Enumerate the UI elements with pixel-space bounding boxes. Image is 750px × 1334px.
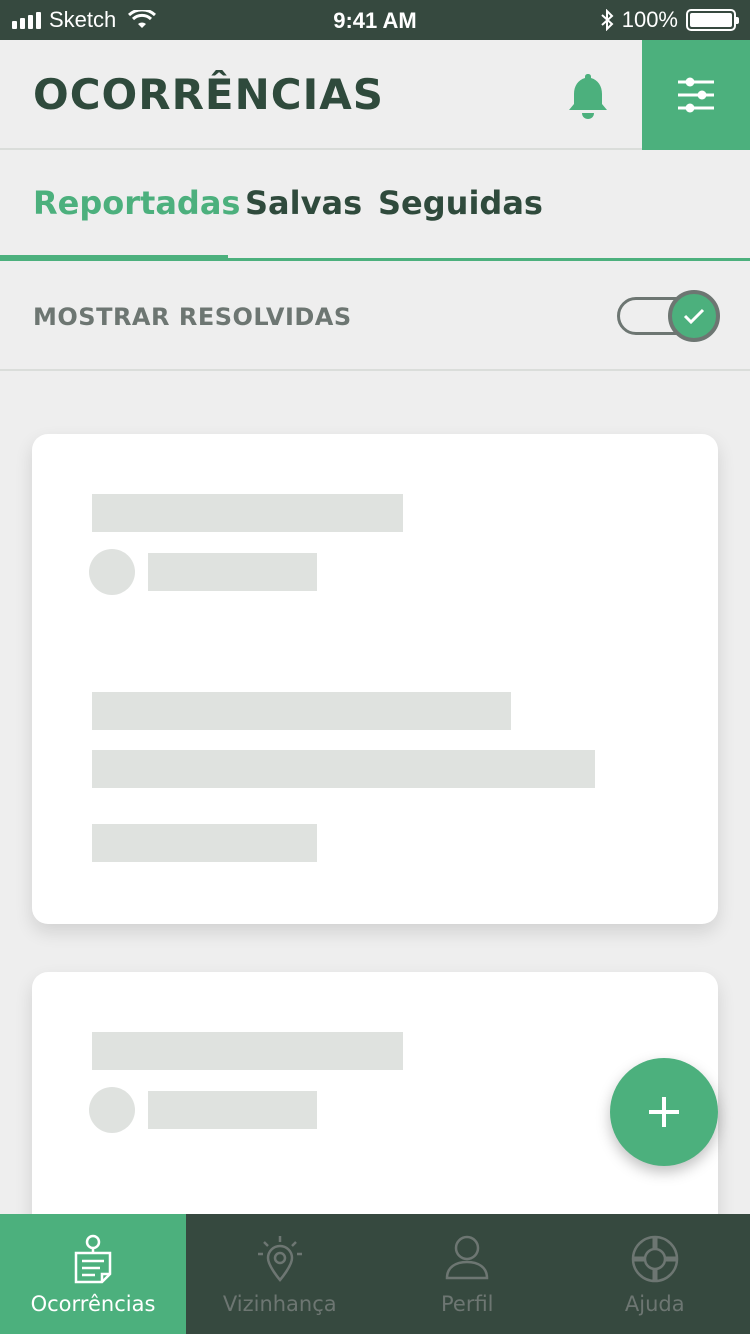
avatar-placeholder (89, 1087, 135, 1133)
nav-label: Ocorrências (30, 1292, 156, 1316)
nav-item-ocorrencias[interactable]: Ocorrências (0, 1214, 186, 1334)
toggle-knob[interactable] (668, 290, 720, 342)
text-line-placeholder (92, 750, 595, 788)
show-resolved-row: MOSTRAR RESOLVIDAS (0, 261, 750, 371)
bluetooth-icon (601, 9, 614, 31)
bottom-nav: Ocorrências Vizinhança Perfil Ajuda (0, 1214, 750, 1334)
battery-percent: 100% (621, 7, 678, 32)
filter-button[interactable] (642, 40, 750, 150)
sliders-icon (678, 77, 714, 113)
show-resolved-label: MOSTRAR RESOLVIDAS (33, 303, 352, 331)
nav-item-ajuda[interactable]: Ajuda (561, 1214, 749, 1334)
tab-salvas[interactable]: Salvas (245, 184, 362, 222)
user-icon (445, 1235, 489, 1280)
text-line-placeholder (92, 692, 511, 730)
nav-item-perfil[interactable]: Perfil (374, 1214, 562, 1334)
bell-icon[interactable] (562, 70, 614, 122)
occurrence-card-skeleton[interactable] (32, 434, 718, 924)
add-occurrence-button[interactable] (610, 1058, 718, 1166)
nav-label: Ajuda (624, 1292, 685, 1316)
avatar-placeholder (89, 549, 135, 595)
status-right: 100% (600, 7, 739, 33)
status-bar: Sketch 9:41 AM 100% (0, 0, 750, 40)
tab-seguidas[interactable]: Seguidas (378, 184, 543, 222)
nav-label: Vizinhança (222, 1292, 337, 1316)
nav-item-vizinhanca[interactable]: Vizinhança (186, 1214, 374, 1334)
title-placeholder (92, 494, 403, 532)
meta-placeholder (92, 824, 317, 862)
author-placeholder (148, 553, 317, 591)
battery-icon (686, 9, 739, 31)
check-icon (683, 308, 705, 325)
tab-reportadas[interactable]: Reportadas (33, 184, 240, 222)
author-placeholder (148, 1091, 317, 1129)
tab-bar: Reportadas Salvas Seguidas (0, 150, 750, 261)
plus-icon (649, 1097, 679, 1127)
nav-label: Perfil (440, 1292, 494, 1316)
location-pin-icon (257, 1236, 302, 1282)
title-placeholder (92, 1032, 403, 1070)
report-note-icon (74, 1234, 112, 1284)
lifebuoy-icon (631, 1235, 678, 1283)
page-title: OCORRÊNCIAS (33, 70, 384, 119)
app-header: OCORRÊNCIAS (0, 40, 750, 150)
